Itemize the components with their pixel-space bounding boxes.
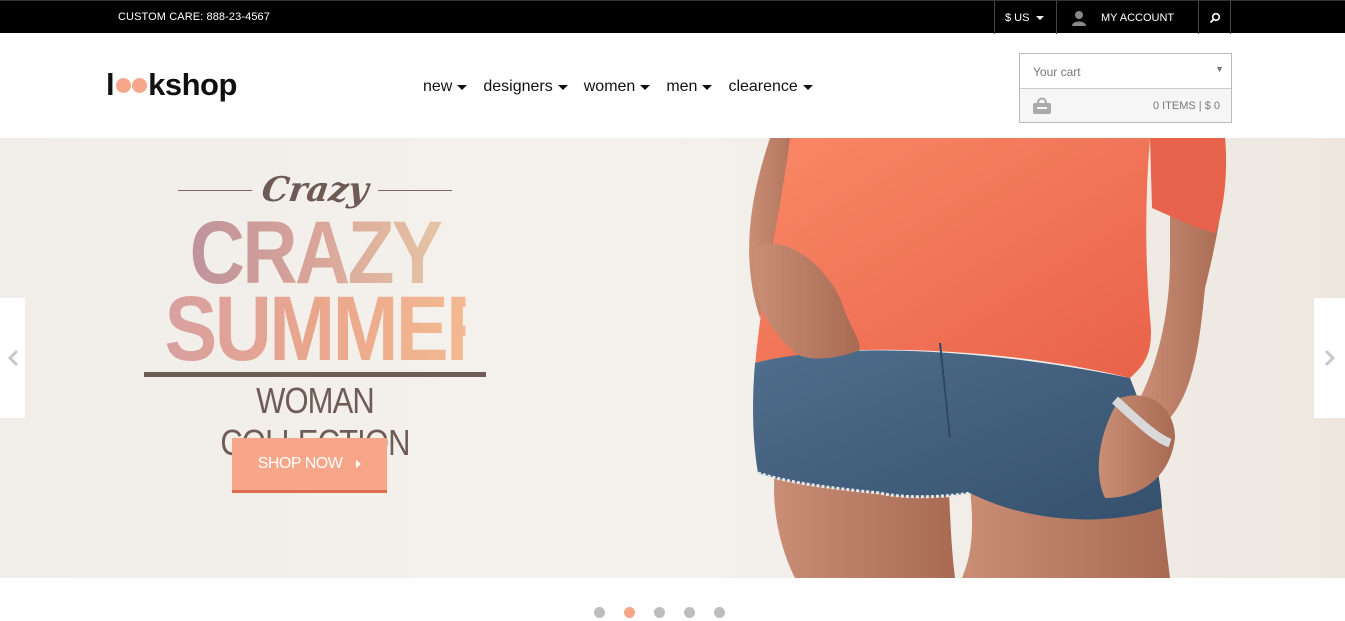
slide-headline: Crazy CRAZY SUMMER WOMAN COLLECTION: [140, 168, 504, 464]
divider: [378, 189, 453, 191]
play-triangle-icon: [356, 460, 362, 468]
chevron-right-icon: [1324, 349, 1335, 367]
caret-down-icon: [640, 84, 651, 90]
shop-now-button[interactable]: SHOP NOW: [232, 438, 387, 493]
cart-widget: Your cart ▼ 0 ITEMS | $ 0: [1019, 53, 1232, 123]
shopping-bag-icon: [1033, 97, 1051, 114]
nav-item-label: designers: [483, 78, 553, 95]
nav-item-designers[interactable]: designers: [483, 78, 568, 96]
caret-down-icon: [702, 84, 713, 90]
headline-line-2: SUMMER: [164, 278, 504, 380]
nav-item-new[interactable]: new: [423, 78, 468, 96]
cart-summary-row[interactable]: 0 ITEMS | $ 0: [1020, 89, 1231, 122]
nav-item-men[interactable]: men: [666, 78, 713, 96]
caret-down-icon: [457, 84, 468, 90]
slider-pagination: [594, 607, 744, 618]
slider-next-button[interactable]: [1314, 298, 1345, 418]
my-account-link[interactable]: MY ACCOUNT: [1056, 1, 1198, 34]
slider-dot[interactable]: [714, 607, 725, 618]
shop-now-label: SHOP NOW: [257, 455, 343, 472]
caret-down-icon: [557, 84, 568, 90]
logo-text-end: kshop: [148, 67, 237, 102]
slider-dot[interactable]: [594, 607, 605, 618]
search-icon: [1209, 12, 1220, 23]
slider-prev-button[interactable]: [0, 298, 25, 418]
user-icon: [1072, 10, 1086, 26]
logo[interactable]: l kshop: [106, 67, 237, 102]
caret-down-icon: [802, 84, 813, 90]
triangle-down-icon: ▼: [1215, 64, 1224, 74]
hero-model-photo: [700, 138, 1280, 578]
logo-text-start: l: [106, 67, 115, 102]
slider-dot[interactable]: [654, 607, 665, 618]
chevron-left-icon: [7, 349, 18, 367]
currency-selector[interactable]: $ US: [994, 1, 1056, 34]
nav-item-label: new: [423, 78, 453, 95]
top-bar: CUSTOM CARE: 888-23-4567 $ US MY ACCOUNT: [0, 0, 1345, 34]
divider: [177, 189, 252, 191]
cart-summary: 0 ITEMS | $ 0: [1152, 100, 1220, 112]
nav-item-label: men: [666, 78, 698, 95]
currency-label: $ US: [1005, 11, 1030, 24]
caret-down-icon: [1036, 15, 1045, 20]
nav-item-women[interactable]: women: [584, 78, 651, 96]
cart-dropdown[interactable]: Your cart ▼: [1020, 54, 1231, 89]
customer-care-text: CUSTOM CARE: 888-23-4567: [118, 11, 270, 23]
my-account-label: MY ACCOUNT: [1101, 11, 1175, 24]
slider-dot[interactable]: [684, 607, 695, 618]
cart-label: Your cart: [1033, 65, 1081, 79]
slider-dot[interactable]: [624, 607, 635, 618]
hero-slider: Crazy CRAZY SUMMER WOMAN COLLECTION SHOP…: [0, 138, 1345, 578]
nav-item-label: women: [583, 78, 636, 95]
nav-item-clearence[interactable]: clearence: [728, 78, 813, 96]
logo-glasses-icon: [115, 77, 147, 93]
main-nav: new designers women men clearence: [423, 78, 829, 96]
search-button[interactable]: [1198, 1, 1231, 34]
nav-item-label: clearence: [728, 78, 798, 95]
